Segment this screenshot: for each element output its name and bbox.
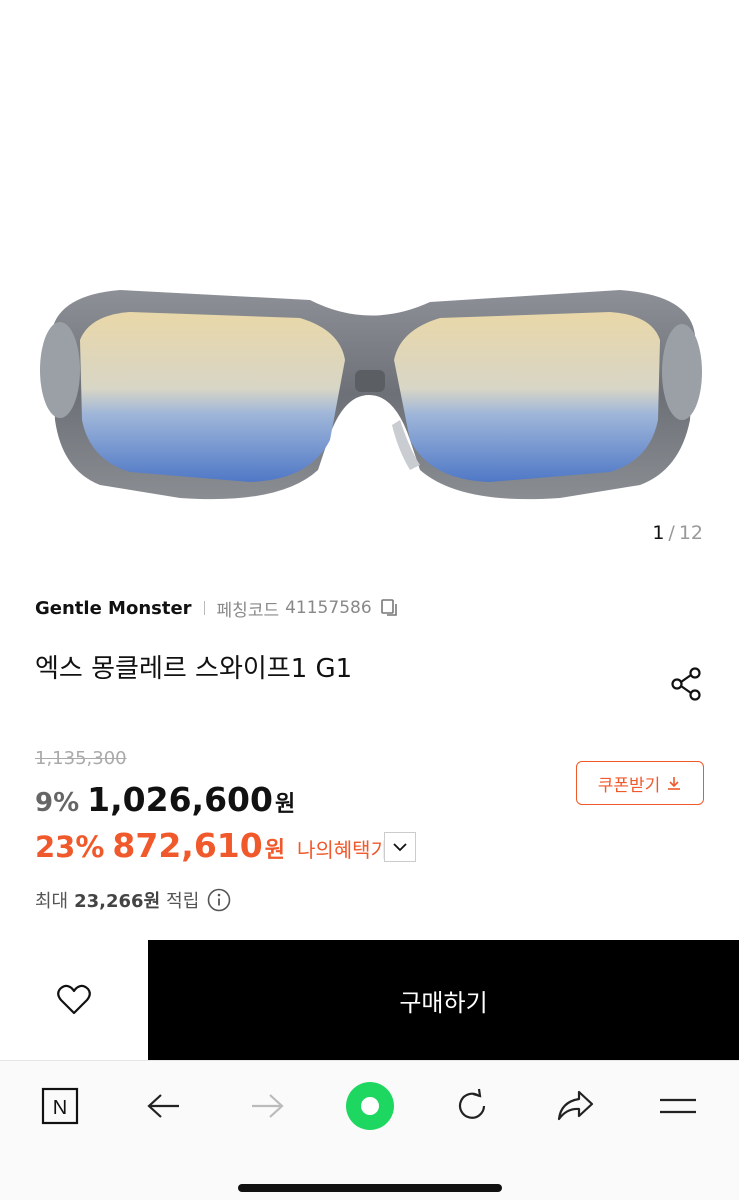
copy-icon[interactable]	[380, 598, 400, 618]
points-suffix: 적립	[166, 891, 200, 912]
image-counter-separator: /	[668, 522, 675, 544]
browser-home-button[interactable]: N	[28, 1079, 92, 1133]
browser-back-button[interactable]	[132, 1079, 196, 1133]
menu-icon	[660, 1098, 696, 1114]
brand-name[interactable]: Gentle Monster	[35, 598, 192, 619]
coupon-button[interactable]: 쿠폰받기	[576, 761, 704, 805]
benefit-toggle-button[interactable]	[384, 832, 416, 862]
points-prefix: 최대	[35, 891, 69, 912]
sale-price-unit: 원	[274, 792, 296, 817]
coupon-label: 쿠폰받기	[597, 775, 661, 796]
divider	[203, 601, 205, 615]
sale-price: 1,026,600	[87, 780, 273, 819]
share-arrow-icon	[557, 1090, 594, 1121]
image-counter-total: 12	[678, 522, 703, 544]
sale-price-row: 9% 1,026,600 원	[35, 780, 295, 819]
browser-forward-button[interactable]	[235, 1079, 299, 1133]
buy-button[interactable]: 구매하기	[148, 940, 739, 1060]
benefit-rate: 23%	[35, 830, 105, 864]
product-image[interactable]: 1/12	[0, 0, 739, 560]
benefit-label: 나의혜택가	[296, 838, 389, 862]
naver-home-icon: N	[41, 1087, 79, 1125]
original-price: 1,135,300	[35, 748, 127, 769]
image-counter: 1/12	[652, 522, 703, 544]
image-counter-current: 1	[652, 522, 665, 544]
browser-menu-button[interactable]	[646, 1079, 710, 1133]
benefit-price-row: 23% 872,610 원 나의혜택가	[35, 826, 389, 865]
browser-green-dot-button[interactable]	[338, 1079, 402, 1133]
code-label: 페칭코드	[216, 600, 280, 621]
download-icon	[668, 777, 681, 790]
sunglasses-image	[40, 290, 702, 500]
browser-share-button[interactable]	[543, 1079, 607, 1133]
benefit-price-unit: 원	[264, 838, 285, 863]
info-icon[interactable]	[207, 888, 231, 912]
svg-text:N: N	[53, 1097, 67, 1119]
share-icon[interactable]	[668, 665, 706, 703]
chevron-down-icon	[393, 843, 407, 852]
points-row: 최대 23,266원 적립	[35, 887, 231, 913]
action-bar: 구매하기	[0, 940, 739, 1060]
code-value: 41157586	[285, 598, 372, 618]
browser-toolbar: N	[0, 1060, 739, 1200]
green-dot-icon	[346, 1082, 394, 1130]
refresh-icon	[458, 1088, 486, 1119]
home-indicator[interactable]	[238, 1184, 502, 1192]
forward-arrow-icon	[252, 1094, 284, 1118]
wishlist-button[interactable]	[0, 940, 148, 1060]
back-arrow-icon	[147, 1094, 179, 1118]
product-title: 엑스 몽클레르 스와이프1 G1	[35, 654, 353, 684]
points-value: 23,266원	[74, 891, 161, 912]
browser-refresh-button[interactable]	[440, 1079, 504, 1133]
brand-row: Gentle Monster 페칭코드 41157586	[35, 594, 400, 622]
benefit-price: 872,610	[112, 826, 263, 865]
heart-icon	[57, 984, 91, 1015]
sale-rate: 9%	[35, 788, 80, 818]
